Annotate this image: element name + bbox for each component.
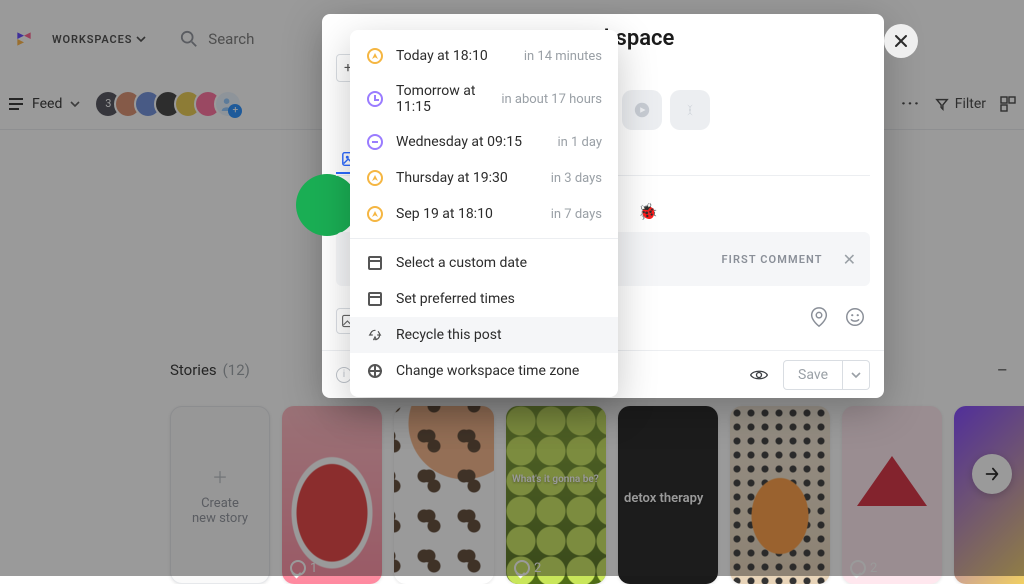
schedule-option[interactable]: Wednesday at 09:15 in 1 day bbox=[350, 124, 618, 160]
recycle-post-option[interactable]: Recycle this post bbox=[350, 317, 618, 353]
profile-avatar bbox=[296, 174, 358, 236]
compass-icon bbox=[366, 205, 384, 223]
timezone-option[interactable]: Change workspace time zone bbox=[350, 353, 618, 389]
compass-icon bbox=[366, 169, 384, 187]
recycle-icon bbox=[366, 326, 384, 344]
save-split-button: Save bbox=[783, 360, 870, 390]
save-options-button[interactable] bbox=[843, 360, 870, 390]
schedule-option-meta: in about 17 hours bbox=[501, 92, 602, 107]
schedule-option-meta: in 14 minutes bbox=[524, 49, 602, 64]
recycle-post-label: Recycle this post bbox=[396, 327, 602, 343]
timezone-label: Change workspace time zone bbox=[396, 363, 602, 379]
schedule-dropdown: Today at 18:10 in 14 minutes Tomorrow at… bbox=[350, 30, 618, 397]
schedule-option-label: Thursday at 19:30 bbox=[396, 170, 539, 186]
close-button[interactable] bbox=[884, 24, 918, 58]
save-button[interactable]: Save bbox=[783, 360, 843, 390]
channel-chip[interactable] bbox=[622, 90, 662, 130]
schedule-option-label: Tomorrow at 11:15 bbox=[396, 83, 489, 115]
globe-icon bbox=[366, 362, 384, 380]
preferred-times-option[interactable]: Set preferred times bbox=[350, 281, 618, 317]
calendar-icon bbox=[366, 254, 384, 272]
first-comment-label: FIRST COMMENT bbox=[722, 253, 823, 266]
clock-icon bbox=[366, 90, 384, 108]
ladybug-icon: 🐞 bbox=[638, 202, 658, 221]
custom-date-option[interactable]: Select a custom date bbox=[350, 245, 618, 281]
remove-attachment-button[interactable]: ✕ bbox=[843, 250, 856, 269]
schedule-option-label: Wednesday at 09:15 bbox=[396, 134, 545, 150]
schedule-option[interactable]: Sep 19 at 18:10 in 7 days bbox=[350, 196, 618, 232]
schedule-option-label: Today at 18:10 bbox=[396, 48, 512, 64]
preferred-times-label: Set preferred times bbox=[396, 291, 602, 307]
compass-icon bbox=[366, 47, 384, 65]
preview-button[interactable] bbox=[749, 365, 769, 385]
dash-icon bbox=[366, 133, 384, 151]
schedule-option-meta: in 7 days bbox=[551, 207, 602, 222]
schedule-option[interactable]: Tomorrow at 11:15 in about 17 hours bbox=[350, 74, 618, 124]
schedule-option-meta: in 3 days bbox=[551, 171, 602, 186]
location-icon[interactable] bbox=[808, 306, 830, 328]
schedule-option-label: Sep 19 at 18:10 bbox=[396, 206, 539, 222]
custom-date-label: Select a custom date bbox=[396, 255, 602, 271]
emoji-icon[interactable] bbox=[844, 306, 866, 328]
schedule-option[interactable]: Today at 18:10 in 14 minutes bbox=[350, 38, 618, 74]
channel-chip[interactable] bbox=[670, 90, 710, 130]
composer-extras bbox=[808, 306, 866, 328]
calendar-icon bbox=[366, 290, 384, 308]
schedule-option-meta: in 1 day bbox=[557, 135, 602, 150]
schedule-option[interactable]: Thursday at 19:30 in 3 days bbox=[350, 160, 618, 196]
